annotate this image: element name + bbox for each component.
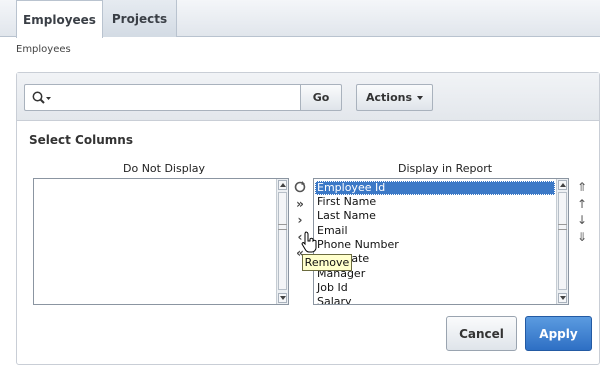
search-input[interactable] — [55, 88, 305, 108]
tab-bar: Employees Projects — [0, 0, 600, 38]
tab-projects[interactable]: Projects — [103, 0, 177, 37]
list-item[interactable]: Job Id — [315, 281, 555, 295]
do-not-display-label: Do Not Display — [123, 162, 206, 175]
actions-label: Actions — [366, 91, 412, 104]
section-title: Select Columns — [29, 133, 133, 147]
move-bottom-icon[interactable]: ⇓ — [575, 230, 589, 244]
reset-icon[interactable] — [293, 180, 307, 194]
move-top-icon[interactable]: ⇑ — [575, 180, 589, 194]
list-item[interactable]: Phone Number — [315, 238, 555, 252]
move-all-icon[interactable]: » — [293, 197, 307, 211]
scrollbar[interactable] — [276, 179, 288, 304]
hand-cursor-icon — [301, 231, 317, 253]
cancel-button[interactable]: Cancel — [446, 316, 517, 351]
breadcrumb: Employees — [16, 44, 71, 55]
search-toolbar: Go Actions — [17, 73, 599, 121]
list-item[interactable]: Email — [315, 224, 555, 238]
search-box[interactable] — [24, 84, 309, 111]
actions-button[interactable]: Actions — [356, 84, 433, 111]
apply-button[interactable]: Apply — [525, 316, 592, 351]
scroll-thumb[interactable] — [558, 192, 567, 290]
caret-down-icon — [417, 95, 423, 100]
search-icon[interactable] — [31, 90, 53, 106]
scroll-thumb[interactable] — [278, 192, 287, 290]
move-up-icon[interactable]: ↑ — [575, 197, 589, 211]
go-button[interactable]: Go — [300, 84, 342, 111]
scroll-up-icon[interactable] — [278, 180, 287, 190]
list-item[interactable]: Employee Id — [315, 181, 555, 195]
display-in-report-list[interactable]: Employee Id First Name Last Name Email P… — [313, 178, 569, 305]
scroll-down-icon[interactable] — [278, 293, 287, 303]
display-in-report-label: Display in Report — [398, 162, 493, 175]
scroll-down-icon[interactable] — [558, 293, 567, 303]
scrollbar[interactable] — [556, 179, 568, 304]
do-not-display-list[interactable] — [33, 178, 289, 305]
move-icon[interactable]: › — [293, 213, 307, 227]
scroll-grip-icon — [558, 224, 567, 230]
list-item[interactable]: Last Name — [315, 209, 555, 223]
list-item[interactable]: First Name — [315, 195, 555, 209]
scroll-grip-icon — [278, 224, 287, 230]
report-region: Go Actions Select Columns Do Not Display… — [16, 72, 600, 365]
tab-employees[interactable]: Employees — [16, 0, 103, 38]
scroll-up-icon[interactable] — [558, 180, 567, 190]
move-down-icon[interactable]: ↓ — [575, 213, 589, 227]
list-item[interactable]: Salary — [315, 295, 555, 304]
remove-tooltip: Remove — [302, 254, 352, 271]
